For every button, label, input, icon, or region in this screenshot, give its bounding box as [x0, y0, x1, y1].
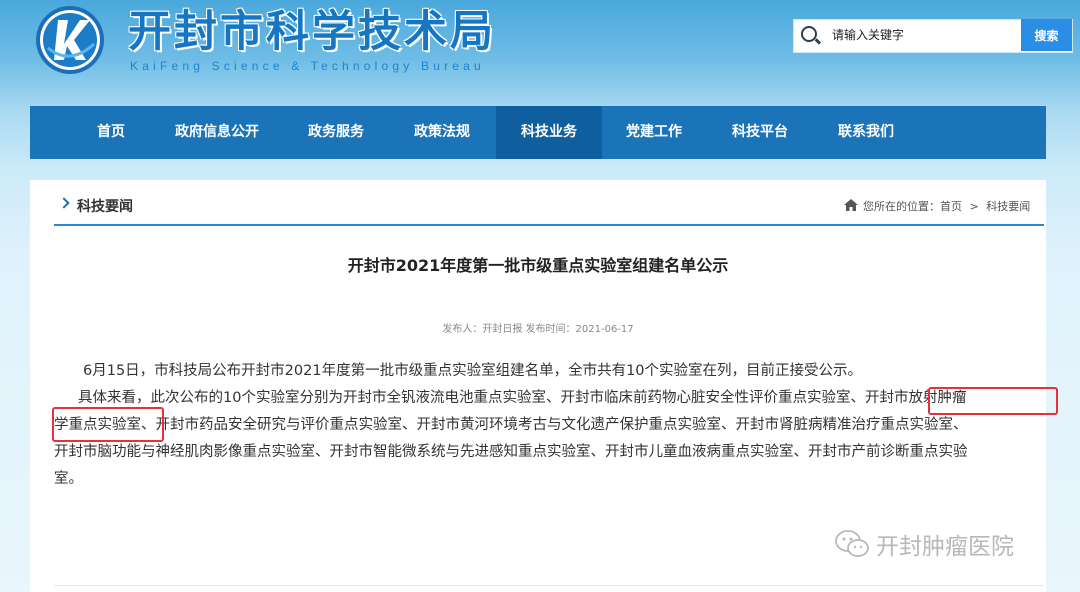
breadcrumb-separator: >	[969, 200, 979, 213]
section-title[interactable]: 科技要闻	[77, 196, 133, 216]
site-subtitle: KaiFeng Science & Technology Bureau	[130, 59, 485, 73]
breadcrumb: 您所在的位置：首页 > 科技要闻	[863, 198, 1030, 214]
nav-item-policies[interactable]: 政策法规	[400, 106, 484, 159]
nav-item-gov-info[interactable]: 政府信息公开	[160, 106, 274, 159]
nav-item-contact-us[interactable]: 联系我们	[824, 106, 908, 159]
content-bottom-divider	[54, 585, 1044, 586]
watermark-text: 开封肿瘤医院	[876, 534, 1014, 560]
search-input[interactable]	[832, 25, 1012, 45]
nav-item-sci-tech-business[interactable]: 科技业务	[496, 106, 602, 159]
site-title: 开封市科学技术局	[128, 7, 496, 57]
article-paragraph-2-line-4: 室。	[54, 471, 83, 487]
article-paragraph-1: 6月15日，市科技局公布开封市2021年度第一批市级重点实验室组建名单，全市共有…	[83, 363, 863, 379]
article-meta: 发布人：开封日报 发布时间：2021-06-17	[442, 324, 634, 335]
breadcrumb-home-link[interactable]: 首页	[940, 200, 962, 213]
search-button[interactable]: 搜索	[1021, 19, 1072, 51]
section-divider	[54, 224, 1044, 226]
article-body: 6月15日，市科技局公布开封市2021年度第一批市级重点实验室组建名单，全市共有…	[54, 358, 1046, 493]
breadcrumb-prefix: 您所在的位置：	[863, 200, 940, 213]
article-paragraph-2-line-1: 具体来看，此次公布的10个实验室分别为开封市全钒液流电池重点实验室、开封市临床前…	[78, 390, 967, 406]
search-icon	[801, 26, 817, 42]
nav-item-party-building[interactable]: 党建工作	[612, 106, 696, 159]
site-header: 开封市科学技术局 KaiFeng Science & Technology Bu…	[0, 0, 1080, 106]
article-title: 开封市2021年度第一批市级重点实验室组建名单公示	[347, 256, 729, 275]
main-nav: 首页 政府信息公开 政务服务 政策法规 科技业务 党建工作 科技平台 联系我们	[30, 106, 1046, 159]
wechat-icon	[835, 530, 869, 557]
nav-item-home[interactable]: 首页	[72, 106, 150, 159]
article-paragraph-2-line-3: 开封市脑功能与神经肌肉影像重点实验室、开封市智能微系统与先进感知重点实验室、开封…	[54, 444, 968, 460]
home-icon	[844, 199, 858, 211]
nav-item-sci-tech-platform[interactable]: 科技平台	[718, 106, 802, 159]
kaifeng-k-logo-icon[interactable]	[34, 4, 106, 76]
wechat-watermark: 开封肿瘤医院	[834, 527, 1014, 561]
breadcrumb-current-link[interactable]: 科技要闻	[986, 200, 1030, 213]
article-paragraph-2-line-2: 学重点实验室、开封市药品安全研究与评价重点实验室、开封市黄河环境考古与文化遗产保…	[54, 417, 968, 433]
nav-item-gov-services[interactable]: 政务服务	[294, 106, 378, 159]
